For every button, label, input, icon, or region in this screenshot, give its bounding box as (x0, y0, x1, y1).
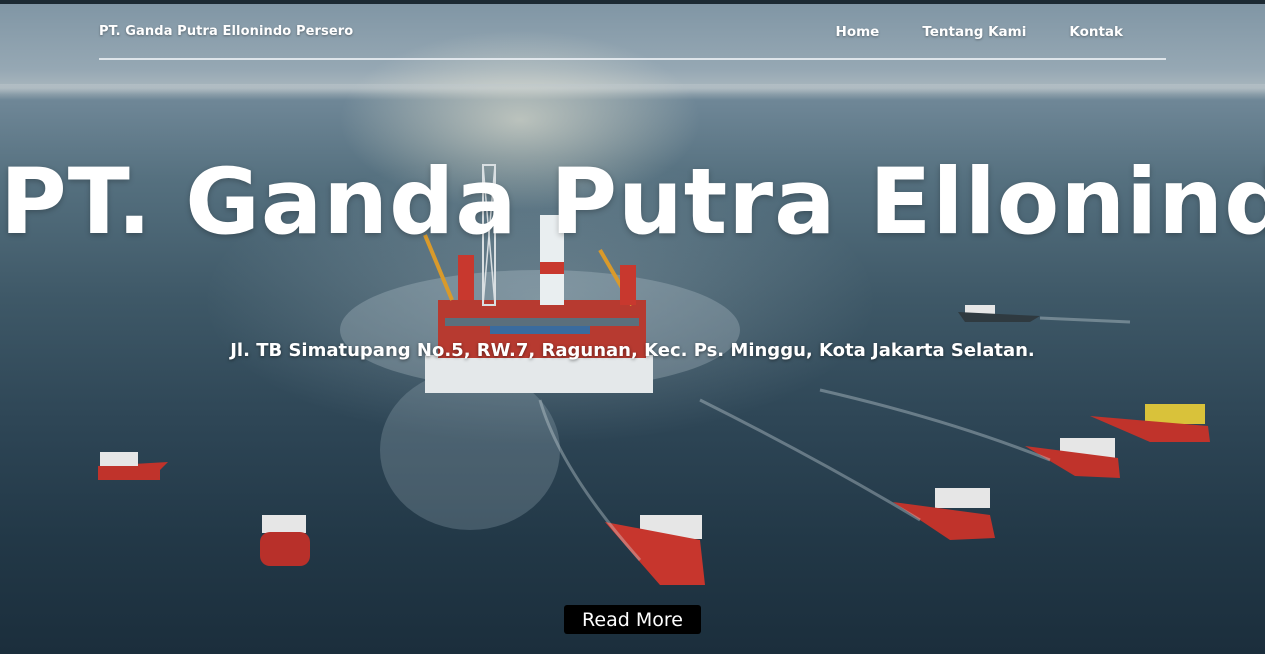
hero-background-image (98, 164, 1210, 585)
ship-5 (1025, 438, 1120, 478)
hero-title: PT. Ganda Putra Ellonindo (0, 150, 1265, 255)
nav-tentang-kami[interactable]: Tentang Kami (922, 24, 1026, 40)
hero-address: Jl. TB Simatupang No.5, RW.7, Ragunan, K… (230, 340, 1035, 361)
nav-home[interactable]: Home (836, 24, 880, 40)
ship-2 (260, 515, 310, 566)
hero-section: PT. Ganda Putra Ellonindo Persero Home T… (0, 0, 1265, 654)
ship-1 (98, 452, 168, 480)
navbar: PT. Ganda Putra Ellonindo Persero Home T… (99, 14, 1166, 60)
ship-6 (1090, 404, 1210, 442)
brand-name[interactable]: PT. Ganda Putra Ellonindo Persero (99, 24, 353, 39)
read-more-button[interactable]: Read More (564, 605, 701, 634)
nav-kontak[interactable]: Kontak (1069, 24, 1123, 40)
ship-7 (958, 305, 1040, 322)
ship-3 (605, 515, 705, 585)
main-nav: Home Tentang Kami Kontak (836, 24, 1123, 40)
